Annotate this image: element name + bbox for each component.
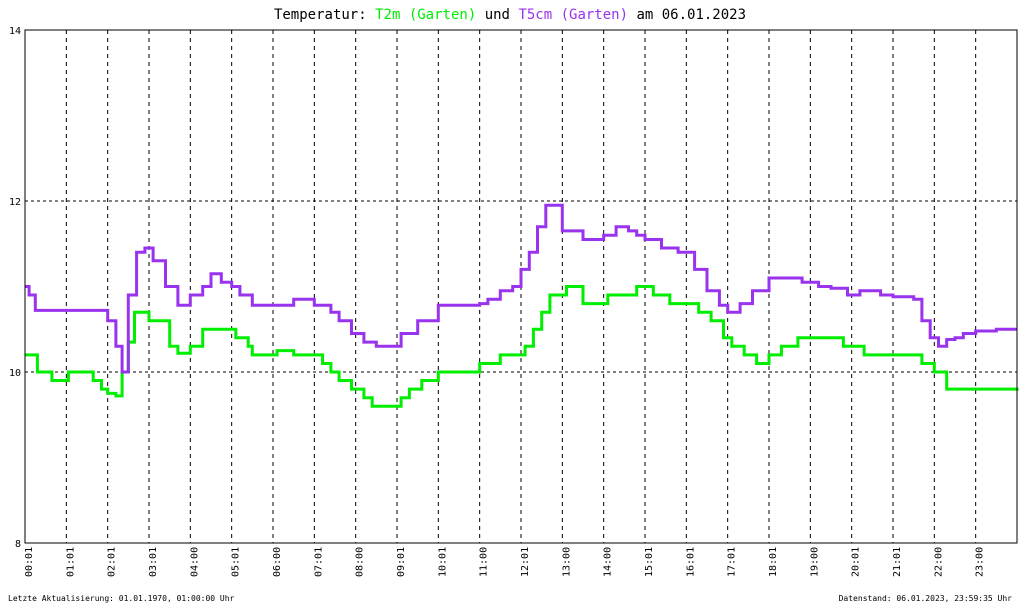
x-tick-label: 20:01 — [851, 547, 862, 577]
footer-data-status: Datenstand: 06.01.2023, 23:59:35 Uhr — [838, 594, 1012, 603]
x-tick-label: 04:00 — [189, 547, 200, 577]
x-tick-label: 23:00 — [975, 547, 986, 577]
x-tick-label: 19:00 — [809, 547, 820, 577]
title-prefix: Temperatur: — [274, 7, 367, 23]
x-tick-label: 18:01 — [768, 547, 779, 577]
x-tick-label: 07:01 — [313, 547, 324, 577]
axis-ticks: 8 10 12 14 00:01 01:01 02:01 03:01 04:00 05:01 06:… — [9, 26, 986, 577]
title-series-t2m: T2m (Garten) — [375, 7, 476, 23]
x-tick-label: 15:01 — [644, 547, 655, 577]
title-suffix: am 06.01.2023 — [636, 7, 746, 23]
x-tick-label: 02:01 — [107, 547, 118, 577]
x-tick-label: 11:00 — [479, 547, 490, 577]
title-series-t5cm: T5cm (Garten) — [518, 7, 628, 23]
x-tick-label: 03:01 — [148, 547, 159, 577]
x-tick-label: 00:01 — [24, 547, 35, 577]
footer-last-update: Letzte Aktualisierung: 01.01.1970, 01:00… — [8, 594, 235, 603]
y-tick-label: 14 — [9, 26, 21, 37]
x-tick-label: 10:01 — [437, 547, 448, 577]
y-tick-label: 10 — [9, 368, 21, 379]
y-tick-label: 8 — [15, 539, 21, 550]
x-tick-label: 09:01 — [396, 547, 407, 577]
x-tick-label: 06:00 — [272, 547, 283, 577]
x-tick-label: 05:01 — [231, 547, 242, 577]
x-tick-label: 21:01 — [892, 547, 903, 577]
x-tick-label: 13:00 — [561, 547, 572, 577]
x-tick-label: 17:01 — [727, 547, 738, 577]
chart-title: Temperatur: T2m (Garten) und T5cm (Garte… — [274, 7, 746, 23]
y-tick-label: 12 — [9, 197, 21, 208]
x-tick-label: 22:00 — [933, 547, 944, 577]
x-tick-label: 12:01 — [520, 547, 531, 577]
x-tick-label: 01:01 — [65, 547, 76, 577]
x-tick-label: 08:00 — [355, 547, 366, 577]
x-tick-label: 14:00 — [603, 547, 614, 577]
title-connector: und — [485, 7, 510, 23]
x-tick-label: 16:01 — [685, 547, 696, 577]
temperature-chart: Temperatur: T2m (Garten) und T5cm (Garte… — [9, 7, 1019, 577]
